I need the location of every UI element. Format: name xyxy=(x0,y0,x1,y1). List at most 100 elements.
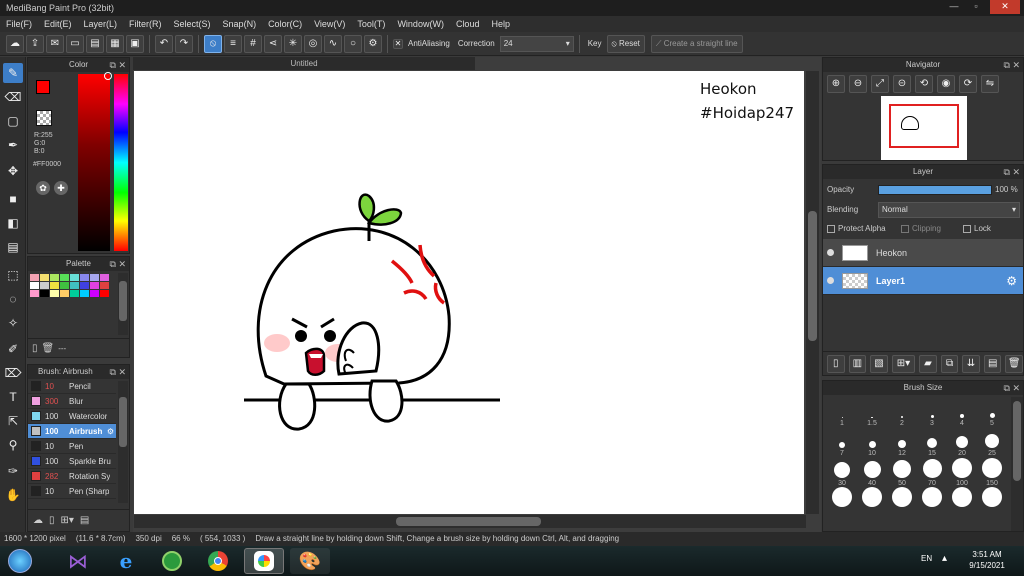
add-layer-menu-icon[interactable]: ⊞▾ xyxy=(891,354,916,373)
brush-size-option[interactable]: 40 xyxy=(857,457,887,487)
parallel-snap-icon[interactable]: ≡ xyxy=(224,34,242,53)
palette-swatch[interactable] xyxy=(90,282,99,289)
panel-menu-icon[interactable]: ⧉ ✕ xyxy=(110,365,126,379)
rectangle-tool-icon[interactable]: ▢ xyxy=(3,111,23,131)
menu-tool[interactable]: Tool(T) xyxy=(351,19,391,29)
document-tab[interactable]: Untitled xyxy=(133,57,475,70)
chat-icon[interactable]: ✉ xyxy=(46,34,64,53)
eyedropper-icon[interactable]: ✑ xyxy=(3,461,23,481)
palette-swatch[interactable] xyxy=(90,274,99,281)
palette-swatch[interactable] xyxy=(40,290,49,297)
protect-alpha-option[interactable]: Protect Alpha xyxy=(827,224,886,233)
palette-swatch[interactable] xyxy=(50,282,59,289)
straight-line-button[interactable]: ⟋ Create a straight line xyxy=(650,34,743,53)
new-layer-icon[interactable]: ▯ xyxy=(827,354,845,373)
layer-settings-icon[interactable]: ▤ xyxy=(983,354,1002,373)
maximize-button[interactable]: ▫ xyxy=(966,0,986,14)
dropper-tool-icon[interactable]: ⚲ xyxy=(3,435,23,455)
menu-file[interactable]: File(F) xyxy=(0,19,38,29)
undo-icon[interactable]: ↶ xyxy=(155,34,173,53)
menu-snap[interactable]: Snap(N) xyxy=(217,19,263,29)
panel-menu-icon[interactable]: ⧉ ✕ xyxy=(110,58,126,72)
brush-size-option[interactable]: 7 xyxy=(827,427,857,457)
brush-row[interactable]: 300 Blur xyxy=(28,394,116,409)
horizontal-scroll-thumb[interactable] xyxy=(396,517,541,526)
color-wheel-icon[interactable]: ✿ xyxy=(36,181,50,195)
taskbar-chrome[interactable] xyxy=(198,548,238,574)
palette-swatch[interactable] xyxy=(30,290,39,297)
brush-size-option[interactable]: 1 xyxy=(827,397,857,427)
brush-size-option[interactable]: 15 xyxy=(917,427,947,457)
brush-size-option[interactable]: 150 xyxy=(977,457,1007,487)
comment-icon[interactable]: ▭ xyxy=(66,34,84,53)
add-brush-icon[interactable]: ⊞▾ xyxy=(61,515,74,526)
menu-filter[interactable]: Filter(R) xyxy=(123,19,168,29)
taskbar-coccoc[interactable] xyxy=(152,548,192,574)
zoom-in-icon[interactable]: ⊕ xyxy=(827,75,845,93)
brush-size-option[interactable]: 25 xyxy=(977,427,1007,457)
zoom-out-icon[interactable]: ⊖ xyxy=(849,75,867,93)
delete-palette-icon[interactable]: 🗑 xyxy=(42,343,55,354)
menu-layer[interactable]: Layer(L) xyxy=(78,19,124,29)
blending-select[interactable]: Normal ▾ xyxy=(878,202,1020,218)
new-brush-icon[interactable]: ▯ xyxy=(49,515,55,526)
snap-settings-icon[interactable]: ⚙ xyxy=(364,34,382,53)
palette-scrollbar[interactable] xyxy=(118,273,128,335)
palette-swatch[interactable] xyxy=(60,274,69,281)
cloud-icon[interactable]: ☁ xyxy=(6,34,24,53)
delete-layer-icon[interactable]: 🗑 xyxy=(1005,354,1024,373)
palette-swatch[interactable] xyxy=(70,290,79,297)
palette-swatch[interactable] xyxy=(30,274,39,281)
brush-size-option[interactable]: 4 xyxy=(947,397,977,427)
brush-scrollbar[interactable] xyxy=(118,381,128,503)
lasso-tool-icon[interactable]: ◌ xyxy=(3,289,23,309)
panel-menu-icon[interactable]: ⧉ ✕ xyxy=(1004,165,1020,179)
select-pen-icon[interactable]: ✐ xyxy=(3,339,23,359)
brush-row[interactable]: 282 Rotation Sy xyxy=(28,469,116,484)
brush-row[interactable]: 10 Pencil xyxy=(28,379,116,394)
visibility-icon[interactable] xyxy=(827,277,834,284)
menu-window[interactable]: Window(W) xyxy=(391,19,450,29)
merge-layer-icon[interactable]: ⇊ xyxy=(962,354,980,373)
redo-icon[interactable]: ↷ xyxy=(175,34,193,53)
clipping-option[interactable]: Clipping xyxy=(901,224,941,233)
flip-icon[interactable]: ⇋ xyxy=(981,75,999,93)
color-add-icon[interactable]: ✚ xyxy=(54,181,68,195)
brush-size-option[interactable] xyxy=(977,487,1007,509)
brush-settings-icon[interactable]: ▤ xyxy=(80,515,89,526)
palette-swatch[interactable] xyxy=(30,282,39,289)
transparent-color-swatch[interactable] xyxy=(36,110,52,126)
primary-color-swatch[interactable] xyxy=(36,80,50,94)
brush-size-scroll-thumb[interactable] xyxy=(1013,401,1021,481)
palette-swatch[interactable] xyxy=(40,282,49,289)
fit-icon[interactable]: ⤢ xyxy=(871,75,889,93)
cross-snap-icon[interactable]: # xyxy=(244,34,262,53)
taskbar-medibang[interactable] xyxy=(244,548,284,574)
new-palette-icon[interactable]: ▯ xyxy=(32,343,38,354)
snap-off-icon[interactable]: ⦸ xyxy=(204,34,222,53)
radial-snap-icon[interactable]: ✳ xyxy=(284,34,302,53)
new-halftone-layer-icon[interactable]: ▥ xyxy=(848,354,867,373)
select-eraser-icon[interactable]: ⌦ xyxy=(3,363,23,383)
pen-tool-icon[interactable]: ✒ xyxy=(3,135,23,155)
canvas-vertical-scrollbar[interactable] xyxy=(806,71,819,514)
antialiasing-checkbox[interactable]: ✕ xyxy=(393,38,403,49)
operation-tool-icon[interactable]: ⇱ xyxy=(3,411,23,431)
palette-swatch[interactable] xyxy=(70,274,79,281)
circle-snap-icon[interactable]: ◎ xyxy=(304,34,322,53)
zoom-reset-icon[interactable]: ⊝ xyxy=(893,75,911,93)
menu-select[interactable]: Select(S) xyxy=(168,19,217,29)
panel-menu-icon[interactable]: ⧉ ✕ xyxy=(110,257,126,271)
brush-settings-gear-icon[interactable]: ⚙ xyxy=(107,427,114,436)
navigator-preview[interactable] xyxy=(881,96,967,160)
share-icon[interactable]: ⇪ xyxy=(26,34,44,53)
correction-select[interactable]: 24 ▾ xyxy=(499,35,574,52)
menu-edit[interactable]: Edit(E) xyxy=(38,19,78,29)
protect-alpha-checkbox[interactable] xyxy=(827,224,835,233)
brush-size-option[interactable]: 70 xyxy=(917,457,947,487)
tray-arrow-icon[interactable]: ▴ xyxy=(942,553,947,564)
brush-size-option[interactable]: 50 xyxy=(887,457,917,487)
brush-size-option[interactable]: 10 xyxy=(857,427,887,457)
panel-menu-icon[interactable]: ⧉ ✕ xyxy=(1004,381,1020,395)
menu-cloud[interactable]: Cloud xyxy=(450,19,486,29)
